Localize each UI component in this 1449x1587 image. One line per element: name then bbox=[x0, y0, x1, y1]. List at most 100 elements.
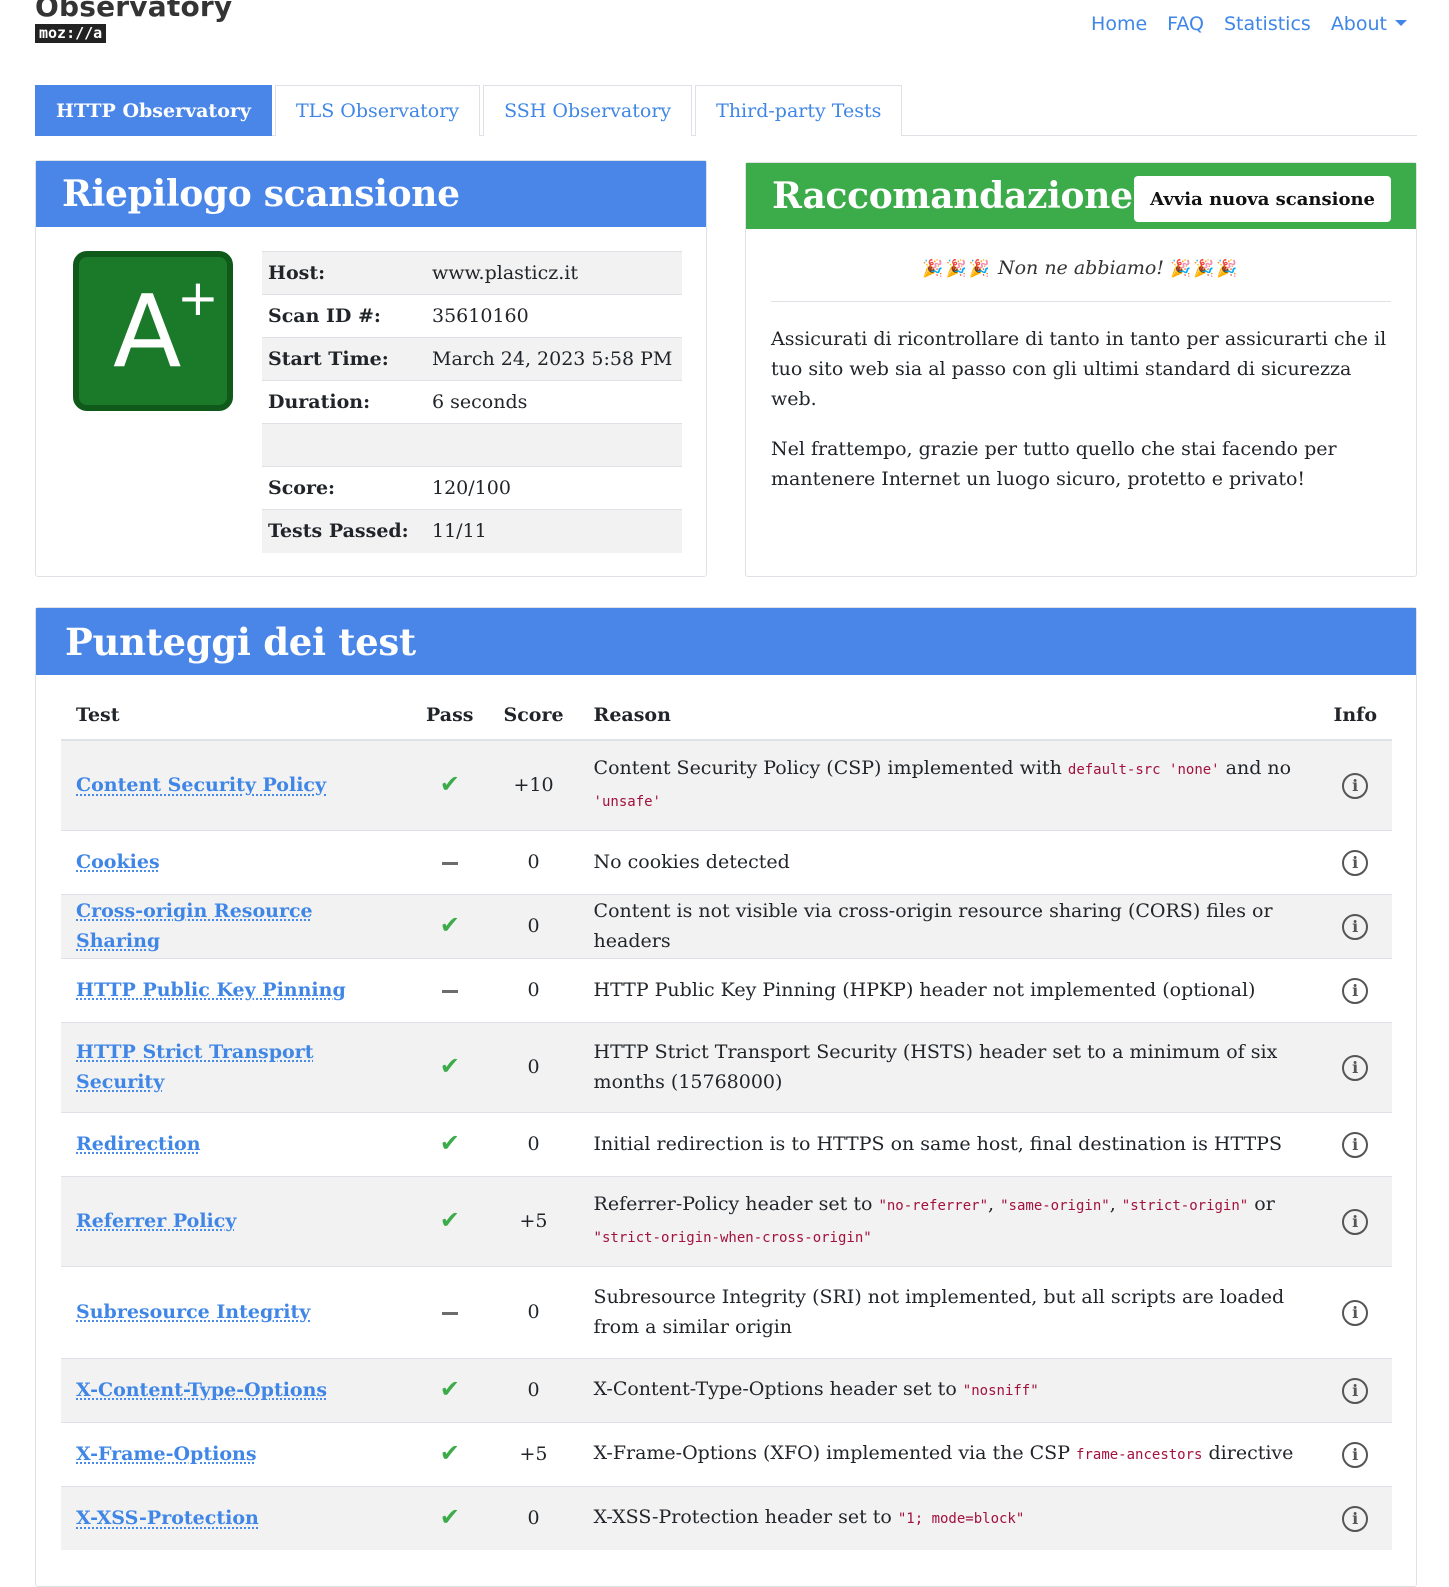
reason-code: "no-referrer" bbox=[878, 1198, 989, 1214]
summary-value: www.plasticz.it bbox=[426, 251, 682, 295]
info-circle-icon[interactable]: i bbox=[1342, 1300, 1369, 1326]
party-popper-icon: 🎉🎉🎉 bbox=[1170, 259, 1240, 279]
checkmark-icon: ✔ bbox=[439, 1439, 460, 1467]
info-cell: i bbox=[1318, 957, 1392, 1022]
test-name-cell: X-Frame-Options bbox=[61, 1421, 411, 1486]
info-cell: i bbox=[1318, 1265, 1392, 1358]
reason-cell: X-Frame-Options (XFO) implemented via th… bbox=[578, 1421, 1319, 1486]
summary-value: 11/11 bbox=[426, 509, 682, 553]
test-link[interactable]: Cross-origin Resource Sharing bbox=[76, 900, 313, 952]
tab-tls-observatory[interactable]: TLS Observatory bbox=[274, 85, 481, 136]
test-link[interactable]: X-Frame-Options bbox=[76, 1443, 257, 1465]
tab-third-party-tests[interactable]: Third-party Tests bbox=[695, 85, 903, 136]
column-header-reason: Reason bbox=[578, 690, 1319, 741]
test-scores-table: Test Pass Score Reason Info Content Secu… bbox=[61, 690, 1392, 1550]
tab-ssh-observatory[interactable]: SSH Observatory bbox=[483, 85, 693, 136]
info-circle-icon[interactable]: i bbox=[1342, 1132, 1369, 1158]
reason-text: and no bbox=[1219, 757, 1292, 780]
reason-cell: HTTP Public Key Pinning (HPKP) header no… bbox=[578, 957, 1319, 1022]
column-header-test: Test bbox=[61, 690, 411, 741]
test-link[interactable]: X-XSS-Protection bbox=[76, 1507, 259, 1529]
info-circle-icon[interactable]: i bbox=[1342, 1378, 1369, 1404]
info-circle-icon[interactable]: i bbox=[1342, 773, 1369, 800]
reason-text: Referrer-Policy header set to bbox=[593, 1193, 879, 1215]
scan-summary-card: Riepilogo scansione A + Host: www.plastic… bbox=[35, 160, 707, 577]
reason-code: "same-origin" bbox=[1000, 1198, 1110, 1214]
nav-about-label: About bbox=[1330, 13, 1387, 35]
test-link[interactable]: Subresource Integrity bbox=[76, 1301, 310, 1323]
reason-cell: Content is not visible via cross-origin … bbox=[578, 893, 1319, 958]
score-cell: 0 bbox=[488, 1357, 579, 1422]
test-link[interactable]: Content Security Policy bbox=[76, 774, 326, 796]
nav-faq[interactable]: FAQ bbox=[1167, 12, 1204, 36]
mozilla-logo: moz://a bbox=[35, 24, 107, 43]
test-link[interactable]: Referrer Policy bbox=[76, 1210, 236, 1232]
summary-label: Start Time: bbox=[262, 337, 426, 381]
info-circle-icon[interactable]: i bbox=[1342, 1055, 1369, 1081]
reason-text: Content is not visible via cross-origin … bbox=[593, 900, 1273, 952]
reason-text: Subresource Integrity (SRI) not implemen… bbox=[593, 1286, 1285, 1338]
scan-summary-title: Riepilogo scansione bbox=[62, 173, 460, 215]
tab-http-observatory[interactable]: HTTP Observatory bbox=[35, 85, 272, 136]
test-name-cell: Content Security Policy bbox=[61, 739, 411, 830]
info-circle-icon[interactable]: i bbox=[1342, 978, 1369, 1004]
info-circle-icon[interactable]: i bbox=[1342, 1442, 1369, 1468]
reason-text: X-XSS-Protection header set to bbox=[593, 1506, 898, 1529]
info-circle-icon[interactable]: i bbox=[1342, 1209, 1369, 1235]
table-row: Content Security Policy ✔ +10 Content Secur… bbox=[61, 739, 1392, 830]
party-popper-icon: 🎉🎉🎉 bbox=[922, 259, 992, 279]
info-circle-icon[interactable]: i bbox=[1342, 914, 1369, 940]
score-cell: 0 bbox=[488, 957, 579, 1022]
reason-cell: Subresource Integrity (SRI) not implemen… bbox=[578, 1265, 1319, 1358]
test-link[interactable]: Redirection bbox=[76, 1133, 201, 1155]
reason-text: X-Frame-Options (XFO) implemented via th… bbox=[593, 1442, 1077, 1464]
summary-row: Host: www.plasticz.it bbox=[262, 251, 682, 295]
test-name-cell: HTTP Strict Transport Security bbox=[61, 1021, 411, 1112]
recommendation-headline-text: Non ne abbiamo! bbox=[997, 257, 1164, 279]
recommendation-paragraph-1: Assicurati di ricontrollare di tanto in … bbox=[771, 328, 1387, 410]
nav-home[interactable]: Home bbox=[1091, 12, 1147, 36]
recommendation-header: Raccomandazione Avvia nuova scansione bbox=[746, 163, 1416, 229]
recommendation-title: Raccomandazione bbox=[772, 175, 1133, 217]
brand[interactable]: Observatory moz://a bbox=[35, 0, 232, 43]
summary-label bbox=[262, 423, 426, 467]
info-circle-icon[interactable]: i bbox=[1342, 850, 1369, 876]
info-circle-icon[interactable]: i bbox=[1342, 1506, 1369, 1533]
reason-text: or bbox=[1248, 1193, 1275, 1215]
checkmark-icon: ✔ bbox=[439, 1129, 460, 1157]
summary-label: Score: bbox=[262, 466, 426, 510]
test-link[interactable]: HTTP Strict Transport Security bbox=[76, 1041, 313, 1093]
score-cell: 0 bbox=[488, 1485, 579, 1550]
info-cell: i bbox=[1318, 1485, 1392, 1550]
recommendation-paragraph-2: Nel frattempo, grazie per tutto quello c… bbox=[771, 438, 1337, 490]
test-name-cell: X-Content-Type-Options bbox=[61, 1357, 411, 1422]
reason-code: "strict-origin" bbox=[1121, 1198, 1249, 1214]
reason-text: HTTP Public Key Pinning (HPKP) header no… bbox=[593, 979, 1256, 1001]
table-row: HTTP Public Key Pinning 0 HTTP Public Key … bbox=[61, 957, 1392, 1022]
new-scan-button[interactable]: Avvia nuova scansione bbox=[1134, 176, 1391, 222]
reason-cell: X-Content-Type-Options header set to "no… bbox=[578, 1357, 1319, 1422]
test-link[interactable]: Cookies bbox=[76, 851, 160, 873]
table-row: Redirection ✔ 0 Initial redirection is to H… bbox=[61, 1111, 1392, 1176]
pass-cell: ✔ bbox=[411, 893, 489, 958]
reason-code: "strict-origin-when-cross-origin" bbox=[593, 1230, 872, 1246]
summary-label: Duration: bbox=[262, 380, 426, 424]
nav-statistics[interactable]: Statistics bbox=[1224, 12, 1311, 36]
table-row: Cookies 0 No cookies detected i bbox=[61, 829, 1392, 894]
summary-row: Start Time: March 24, 2023 5:58 PM bbox=[262, 337, 682, 381]
info-cell: i bbox=[1318, 1357, 1392, 1422]
test-link[interactable]: HTTP Public Key Pinning bbox=[76, 979, 346, 1001]
dash-icon bbox=[441, 1311, 458, 1315]
top-nav: Home FAQ Statistics About bbox=[1091, 12, 1407, 36]
test-link[interactable]: X-Content-Type-Options bbox=[76, 1379, 327, 1401]
info-cell: i bbox=[1318, 739, 1392, 830]
nav-about[interactable]: About bbox=[1331, 12, 1407, 36]
pass-cell: ✔ bbox=[411, 739, 489, 830]
score-cell: +5 bbox=[488, 1421, 579, 1486]
table-header-row: Test Pass Score Reason Info bbox=[61, 690, 1392, 741]
grade-modifier: + bbox=[177, 269, 219, 327]
test-scores-header: Punteggi dei test bbox=[36, 608, 1416, 675]
score-cell: 0 bbox=[488, 1021, 579, 1112]
summary-row: Duration: 6 seconds bbox=[262, 380, 682, 424]
recommendation-headline: 🎉🎉🎉 Non ne abbiamo! 🎉🎉🎉 bbox=[771, 257, 1391, 302]
